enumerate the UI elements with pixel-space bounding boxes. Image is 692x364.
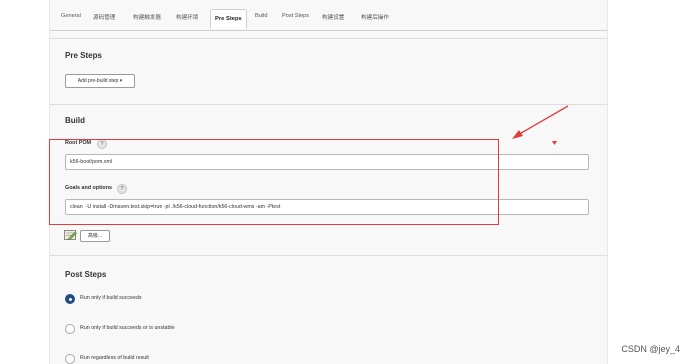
csdn-watermark: CSDN @jey_4 xyxy=(621,344,680,354)
tab-build-settings[interactable]: 构建设置 xyxy=(322,13,344,21)
config-tabbar: General 源码管理 构建触发器 构建环境 Pre Steps Build … xyxy=(50,8,607,31)
root-pom-label: Root POM xyxy=(65,140,92,146)
config-panel: General 源码管理 构建触发器 构建环境 Pre Steps Build … xyxy=(49,0,608,364)
annotation-arrow-icon xyxy=(512,105,569,145)
tab-post-steps[interactable]: Post Steps xyxy=(282,13,309,19)
section-divider xyxy=(50,38,607,39)
tab-source-management[interactable]: 源码管理 xyxy=(93,13,115,21)
help-icon[interactable]: ? xyxy=(117,184,127,194)
tab-build-triggers[interactable]: 构建触发器 xyxy=(133,13,161,21)
build-title: Build xyxy=(65,116,85,125)
add-pre-build-step-label: Add pre-build step xyxy=(77,78,119,84)
radio-label: Run only if build succeeds or is unstabl… xyxy=(80,325,175,331)
tab-build[interactable]: Build xyxy=(255,13,267,19)
notepad-icon xyxy=(64,230,77,240)
chevron-down-icon: ▾ xyxy=(119,78,123,84)
section-divider xyxy=(50,255,607,256)
advanced-button[interactable]: 高级... xyxy=(80,230,110,242)
goals-and-options-label: Goals and options xyxy=(65,185,113,191)
radio-button[interactable] xyxy=(65,324,75,334)
radio-button[interactable] xyxy=(65,354,75,364)
tab-build-environment[interactable]: 构建环境 xyxy=(176,13,198,21)
help-icon[interactable]: ? xyxy=(97,139,107,149)
radio-button-checked[interactable] xyxy=(65,294,75,304)
add-pre-build-step-button[interactable]: Add pre-build step ▾ xyxy=(65,74,135,88)
radio-label: Run only if build succeeds xyxy=(80,295,142,301)
post-steps-title: Post Steps xyxy=(65,270,107,279)
tab-general[interactable]: General xyxy=(61,13,81,19)
pre-steps-title: Pre Steps xyxy=(65,51,102,60)
left-gutter xyxy=(0,0,49,364)
root-pom-input[interactable] xyxy=(65,154,589,170)
tab-pre-steps[interactable]: Pre Steps xyxy=(210,9,247,29)
radio-label: Run regardless of build result xyxy=(80,355,149,361)
tab-post-build-actions[interactable]: 构建后操作 xyxy=(361,13,389,21)
goals-and-options-input[interactable] xyxy=(65,199,589,215)
